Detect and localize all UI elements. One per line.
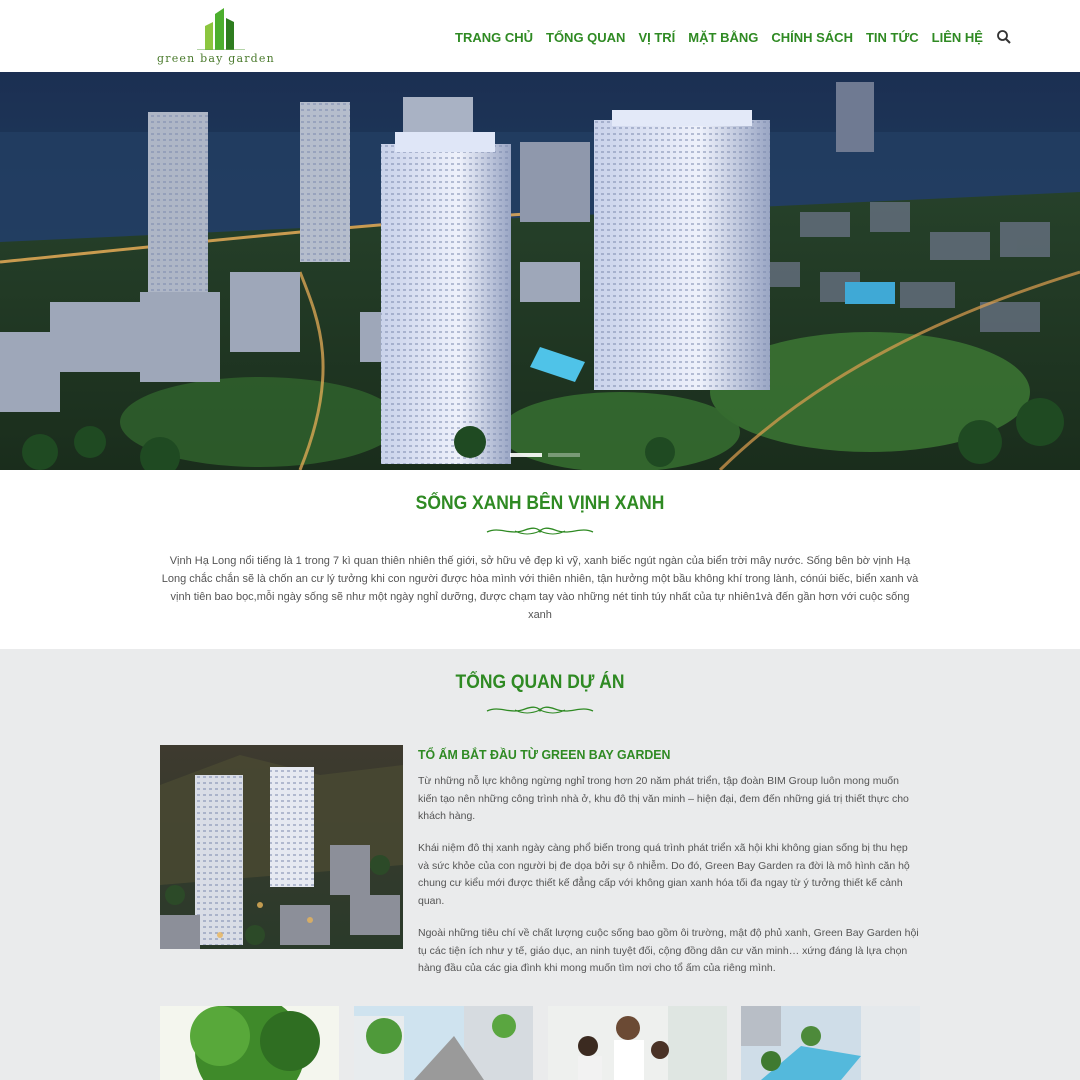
ornament-divider-icon: [486, 706, 594, 714]
slider-dots: [510, 453, 586, 457]
intro-title: SỐNG XANH BÊN VỊNH XANH: [415, 493, 665, 514]
logo-text: green bay garden: [157, 52, 275, 65]
nav-tin-tuc[interactable]: TIN TỨC: [866, 30, 919, 45]
nav-chinh-sach[interactable]: CHÍNH SÁCH: [771, 30, 853, 45]
overview-paragraph-3: Ngoài những tiêu chí về chất lượng cuộc …: [418, 927, 919, 974]
slider-dot-2[interactable]: [548, 453, 580, 457]
overview-paragraph-2: Khái niệm đô thị xanh ngày càng phổ biến…: [418, 842, 910, 907]
gallery-image-trees[interactable]: [160, 1006, 339, 1080]
ornament-divider-icon: [486, 527, 594, 535]
overview-image: [160, 745, 403, 949]
nav-mat-bang[interactable]: MẶT BẰNG: [688, 30, 758, 45]
overview-paragraph-1: Từ những nỗ lực không ngừng nghỉ trong h…: [418, 775, 909, 822]
logo-buildings-icon: [197, 8, 245, 50]
nav-tong-quan[interactable]: TỔNG QUAN: [546, 30, 625, 45]
gallery-image-family[interactable]: [548, 1006, 727, 1080]
overview-gallery: [160, 1006, 920, 1080]
nav-trang-chu[interactable]: TRANG CHỦ: [455, 30, 533, 45]
main-nav: TRANG CHỦ TỔNG QUAN VỊ TRÍ MẶT BẰNG CHÍN…: [455, 27, 1012, 47]
gallery-image-pool[interactable]: [741, 1006, 920, 1080]
overview-section: TỔNG QUAN DỰ ÁN TỔ ẤM BẮT ĐẦU TỪ GREEN B…: [0, 649, 1080, 1080]
nav-vi-tri[interactable]: VỊ TRÍ: [638, 30, 675, 45]
hero-slider[interactable]: [0, 72, 1080, 470]
overview-title: TỔNG QUAN DỰ ÁN: [455, 672, 625, 693]
search-icon[interactable]: [996, 29, 1012, 45]
overview-subtitle: TỔ ẤM BẮT ĐẦU TỪ GREEN BAY GARDEN: [418, 747, 671, 762]
gallery-image-street[interactable]: [354, 1006, 533, 1080]
slider-dot-1[interactable]: [510, 453, 542, 457]
site-header: green bay garden TRANG CHỦ TỔNG QUAN VỊ …: [0, 0, 1080, 72]
intro-text: Vịnh Hạ Long nổi tiếng là 1 trong 7 kì q…: [161, 555, 919, 621]
logo[interactable]: green bay garden: [157, 8, 277, 66]
nav-lien-he[interactable]: LIÊN HỆ: [932, 30, 983, 45]
hero-image: [0, 72, 1080, 470]
